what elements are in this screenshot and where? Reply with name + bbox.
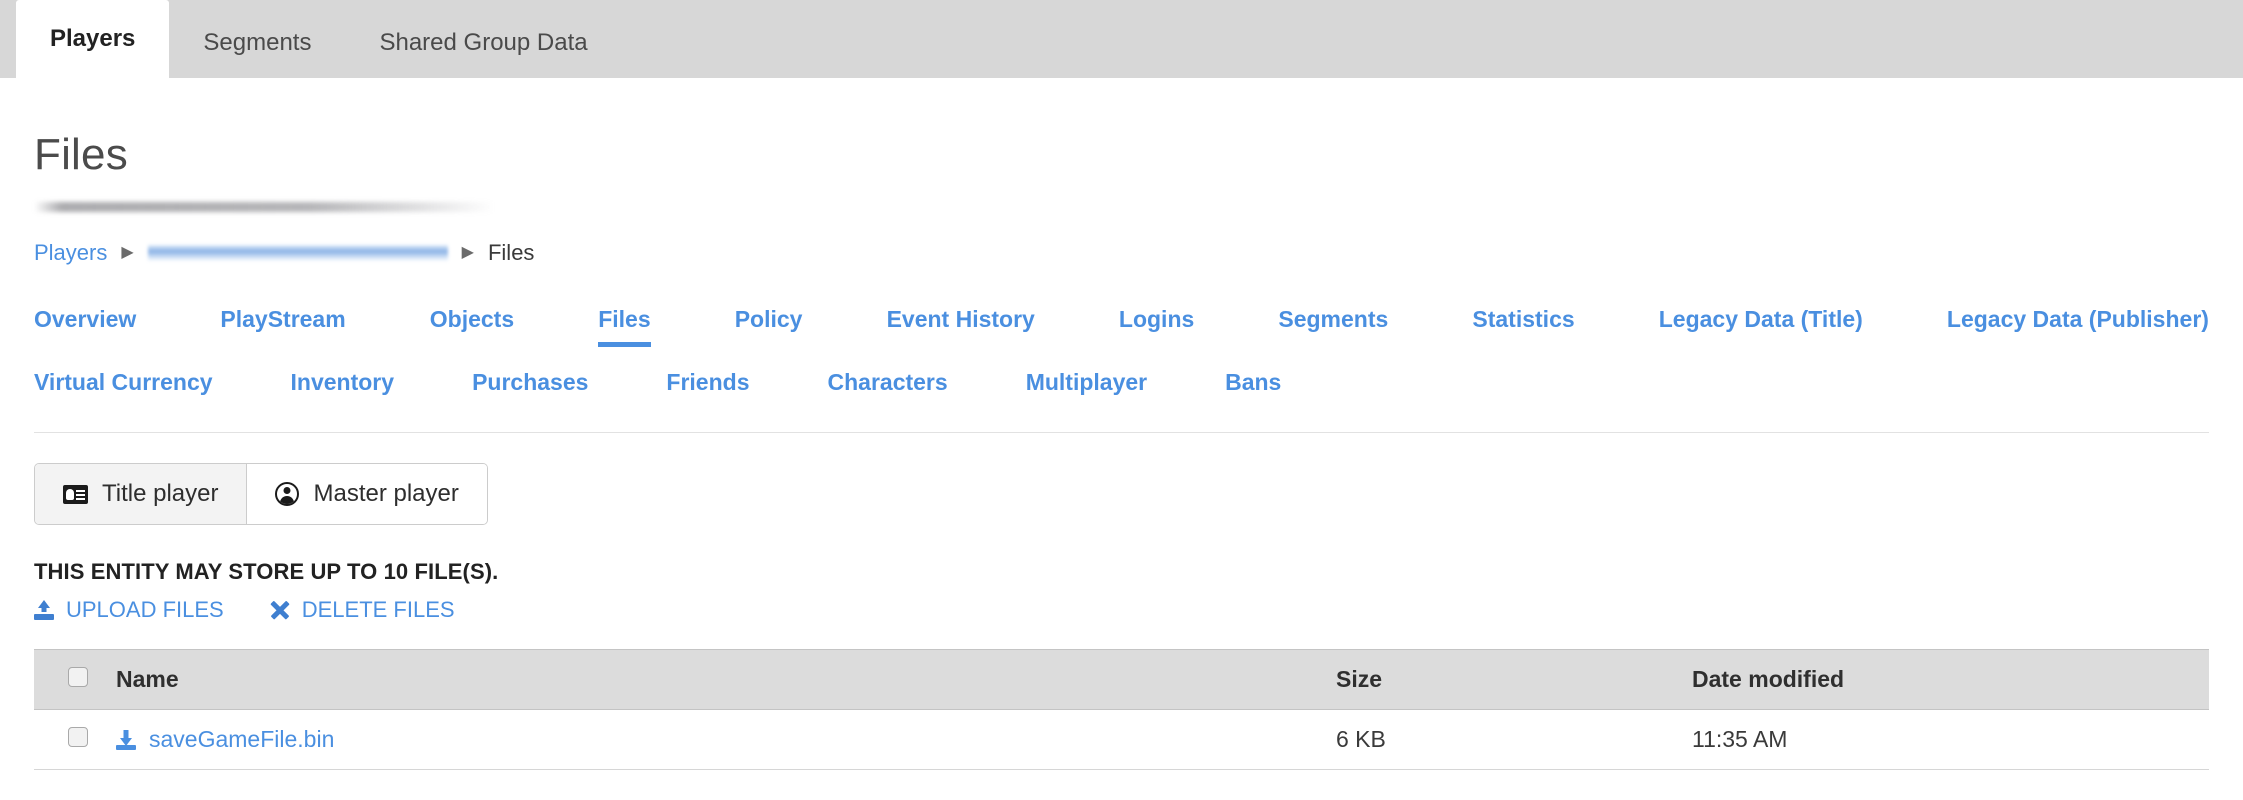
breadcrumb-item-current: Files [487, 240, 535, 265]
subnav-item-policy[interactable]: Policy [735, 300, 803, 347]
master-player-button[interactable]: Master player [246, 464, 487, 524]
subnav-item-segments[interactable]: Segments [1278, 300, 1388, 347]
id-card-icon [63, 484, 88, 504]
row-name-cell: saveGameFile.bin [116, 709, 1336, 770]
delete-files-button[interactable]: DELETE FILES [270, 597, 455, 623]
tab-shared-group-data[interactable]: Shared Group Data [345, 8, 621, 78]
redacted-subtitle-bar [34, 202, 494, 212]
user-circle-icon [275, 482, 300, 506]
breadcrumb-item-redacted[interactable] [147, 244, 448, 262]
tab-segments-label: Segments [203, 29, 312, 56]
master-player-label: Master player [313, 480, 459, 507]
subnav-item-playstream[interactable]: PlayStream [220, 300, 345, 347]
column-header-date-modified[interactable]: Date modified [1692, 649, 2209, 710]
subnav-item-friends[interactable]: Friends [666, 363, 749, 410]
tab-segments[interactable]: Segments [169, 8, 345, 78]
title-player-label: Title player [102, 480, 219, 507]
sub-navigation: Overview PlayStream Objects Files Policy… [34, 300, 2209, 410]
file-name-link[interactable]: saveGameFile.bin [149, 726, 334, 753]
select-all-checkbox[interactable] [68, 667, 88, 687]
tab-players-label: Players [50, 25, 136, 52]
upload-icon [34, 600, 54, 620]
breadcrumb-separator-icon-2: ▶ [461, 244, 474, 261]
files-table-header-row: Name Size Date modified [34, 649, 2209, 710]
top-tab-strip: Players Segments Shared Group Data [0, 0, 2243, 78]
breadcrumb-item-players[interactable]: Players [34, 240, 107, 266]
files-table-body: saveGameFile.bin 6 KB 11:35 AM [34, 709, 2209, 770]
upload-files-label: UPLOAD FILES [66, 597, 224, 622]
sub-navigation-row-2: Virtual Currency Inventory Purchases Fri… [34, 363, 2209, 410]
files-table: Name Size Date modified saveGameFile.bin… [34, 649, 2209, 770]
tab-players[interactable]: Players [16, 0, 170, 78]
breadcrumb: Players ▶ ▶ Files [34, 238, 2209, 268]
page-title: Files [34, 130, 128, 179]
row-select-cell [34, 709, 116, 770]
delete-files-label: DELETE FILES [301, 597, 455, 622]
upload-files-button[interactable]: UPLOAD FILES [34, 597, 224, 623]
files-table-head: Name Size Date modified [34, 649, 2209, 710]
file-actions: UPLOAD FILES DELETE FILES [34, 597, 2209, 623]
subnav-item-multiplayer[interactable]: Multiplayer [1026, 363, 1147, 410]
title-player-button[interactable]: Title player [35, 464, 247, 524]
select-all-header [34, 649, 116, 710]
sub-navigation-row-1: Overview PlayStream Objects Files Policy… [34, 300, 2209, 347]
close-x-icon [270, 600, 290, 620]
page-content: Files Players ▶ ▶ Files Overview PlayStr… [0, 130, 2243, 770]
breadcrumb-separator-icon: ▶ [121, 244, 134, 261]
subnav-item-statistics[interactable]: Statistics [1472, 300, 1574, 347]
subnav-item-virtual-currency[interactable]: Virtual Currency [34, 363, 213, 410]
subnav-item-bans[interactable]: Bans [1225, 363, 1281, 410]
subnav-item-legacy-data-title[interactable]: Legacy Data (Title) [1659, 300, 1863, 347]
row-checkbox[interactable] [68, 727, 88, 747]
subnav-item-characters[interactable]: Characters [828, 363, 948, 410]
column-header-size[interactable]: Size [1336, 649, 1692, 710]
storage-limit-note: THIS ENTITY MAY STORE UP TO 10 FILE(S). [34, 559, 499, 584]
subnav-item-files[interactable]: Files [598, 300, 652, 347]
subnav-item-event-history[interactable]: Event History [887, 300, 1035, 347]
row-size-cell: 6 KB [1336, 709, 1692, 770]
subnav-item-legacy-data-publisher[interactable]: Legacy Data (Publisher) [1947, 300, 2209, 347]
row-date-modified-cell: 11:35 AM [1692, 709, 2209, 770]
entity-type-toggle: Title player Master player [34, 463, 488, 525]
section-divider [34, 432, 2209, 433]
download-icon[interactable] [116, 729, 136, 750]
subnav-item-logins[interactable]: Logins [1119, 300, 1194, 347]
tab-shared-group-data-label: Shared Group Data [379, 29, 588, 56]
subnav-item-purchases[interactable]: Purchases [472, 363, 588, 410]
subnav-item-inventory[interactable]: Inventory [291, 363, 395, 410]
column-header-name[interactable]: Name [116, 649, 1336, 710]
subnav-item-objects[interactable]: Objects [430, 300, 514, 347]
subnav-item-overview[interactable]: Overview [34, 300, 136, 347]
table-row[interactable]: saveGameFile.bin 6 KB 11:35 AM [34, 709, 2209, 770]
